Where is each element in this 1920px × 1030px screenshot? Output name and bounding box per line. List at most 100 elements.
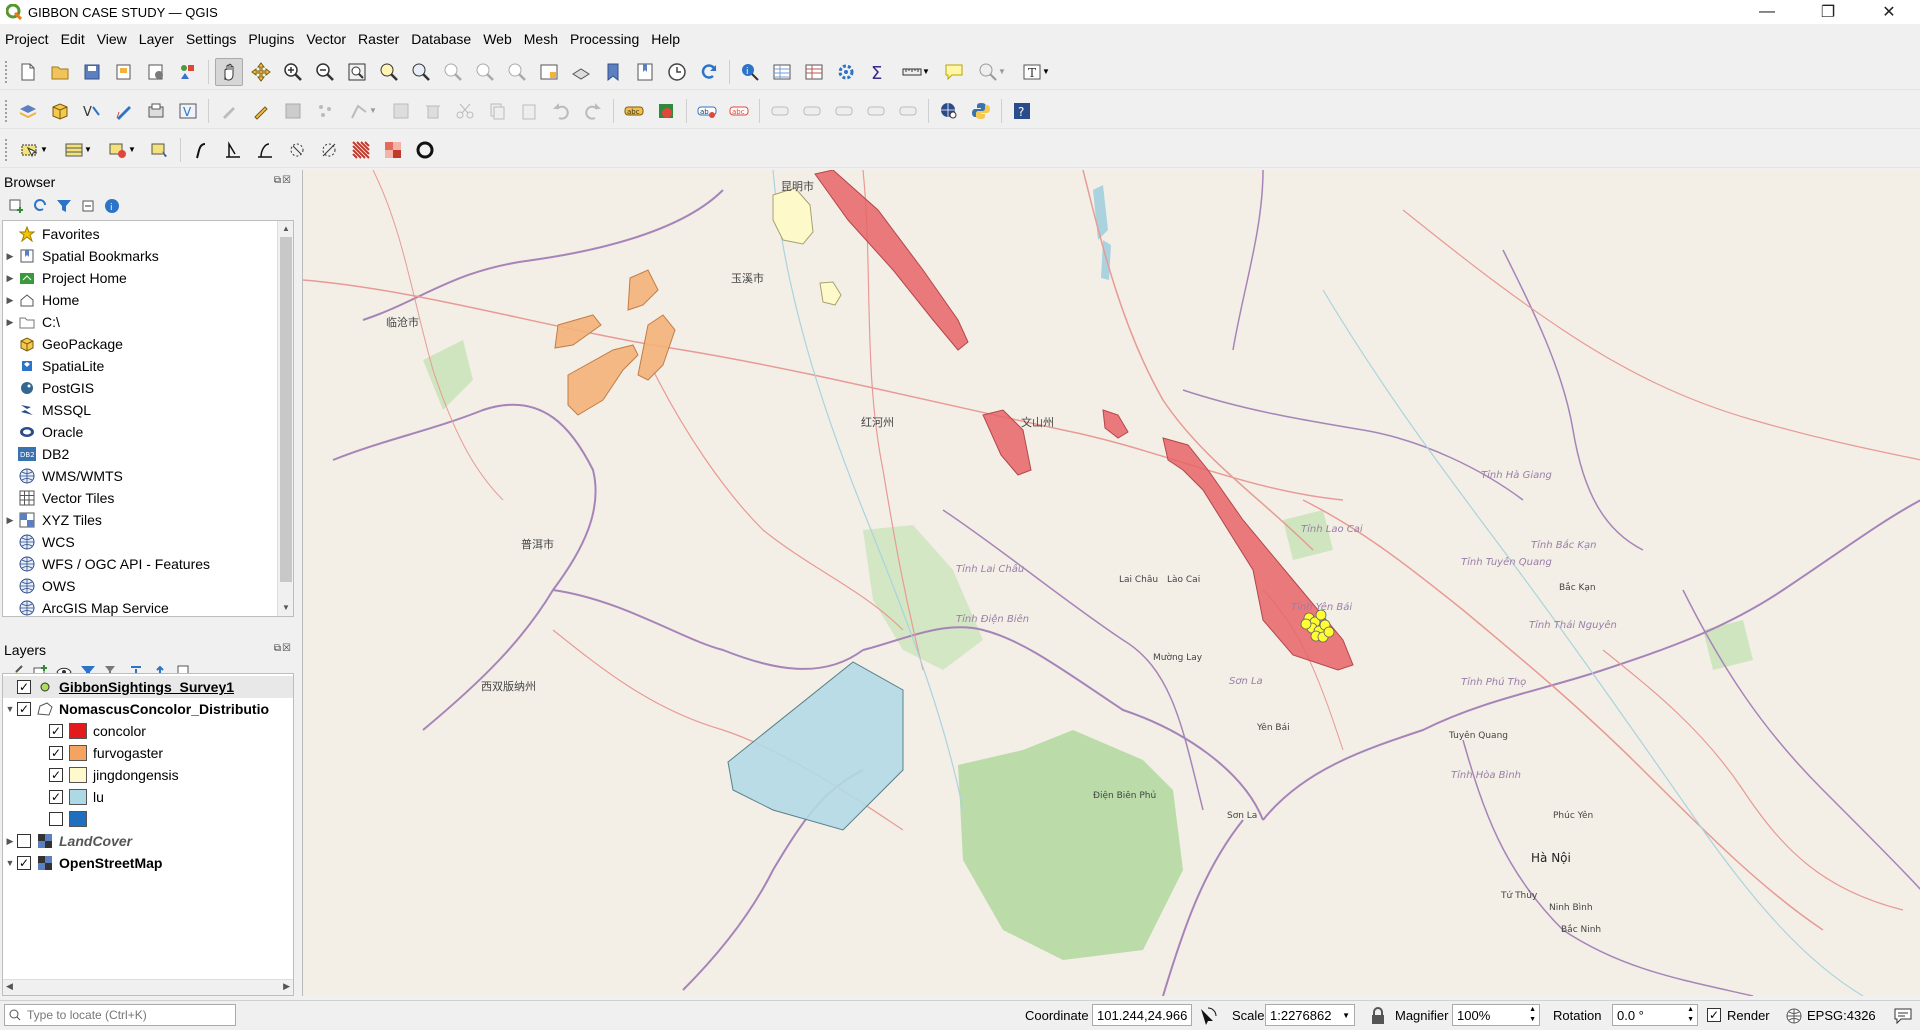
locator-search-input[interactable]: Type to locate (Ctrl+K) xyxy=(4,1004,236,1026)
rotate-tool-button[interactable] xyxy=(283,136,311,164)
zoom-to-layer-button[interactable] xyxy=(407,58,435,86)
expand-arrow-icon[interactable]: ▶ xyxy=(3,251,17,262)
layer-labeling-button[interactable]: abc xyxy=(620,97,648,125)
coordinate-field[interactable]: 101.244,24.966 xyxy=(1092,1004,1192,1026)
layer-row-gibbon-sightings[interactable]: ✓ GibbonSightings_Survey1 xyxy=(3,676,293,698)
angle-tool-button[interactable] xyxy=(251,136,279,164)
menu-help[interactable]: Help xyxy=(646,31,685,47)
field-calculator-button[interactable]: Σ xyxy=(864,58,892,86)
layer-visibility-checkbox[interactable]: ✓ xyxy=(17,702,31,716)
mouse-coordinate-toggle-icon[interactable] xyxy=(1198,1006,1218,1026)
browser-item-home[interactable]: ▶ Home xyxy=(3,289,293,311)
menu-plugins[interactable]: Plugins xyxy=(243,31,299,47)
panel-float-close-icon[interactable]: ⧉☒ xyxy=(274,643,292,654)
toolbar-grip[interactable] xyxy=(4,98,8,123)
temporal-controller-button[interactable] xyxy=(663,58,691,86)
scale-field[interactable]: 1:2276862 ▼ xyxy=(1265,1004,1355,1026)
messages-icon[interactable] xyxy=(1893,1007,1913,1025)
browser-scrollbar[interactable]: ▲ ▼ xyxy=(277,221,293,616)
style-manager-button[interactable] xyxy=(174,58,202,86)
new-print-layout-button[interactable] xyxy=(110,58,138,86)
delete-selected-button[interactable] xyxy=(419,97,447,125)
menu-vector[interactable]: Vector xyxy=(301,31,351,47)
menu-mesh[interactable]: Mesh xyxy=(519,31,563,47)
close-button[interactable]: ✕ xyxy=(1866,0,1912,24)
legend-class-row[interactable]: ✓ furvogaster xyxy=(3,742,293,764)
collapse-all-button[interactable] xyxy=(78,196,98,216)
class-visibility-checkbox[interactable]: ✓ xyxy=(49,724,63,738)
crs-label[interactable]: EPSG:4326 xyxy=(1807,1008,1876,1023)
cut-features-button[interactable] xyxy=(451,97,479,125)
filter-browser-button[interactable] xyxy=(54,196,74,216)
lock-icon[interactable] xyxy=(1370,1007,1386,1025)
menu-raster[interactable]: Raster xyxy=(353,31,404,47)
deselect-features-button[interactable]: ▼ xyxy=(102,136,142,164)
menu-edit[interactable]: Edit xyxy=(56,31,90,47)
browser-item-project-home[interactable]: ▶ Project Home xyxy=(3,267,293,289)
maximize-button[interactable]: ❐ xyxy=(1805,0,1851,24)
temp-scratch-layer-button[interactable] xyxy=(142,97,170,125)
rotation-field[interactable]: 0.0 ° ▲ ▼ xyxy=(1612,1004,1698,1026)
browser-item-spatialite[interactable]: SpatiaLite xyxy=(3,355,293,377)
pan-map-button[interactable] xyxy=(215,57,243,86)
processing-toolbox-button[interactable] xyxy=(832,58,860,86)
refresh-button[interactable] xyxy=(695,58,723,86)
refresh-browser-button[interactable] xyxy=(30,196,50,216)
menu-database[interactable]: Database xyxy=(406,31,476,47)
change-label-button[interactable] xyxy=(894,97,922,125)
menu-project[interactable]: Project xyxy=(0,31,54,47)
quickmapservices-button[interactable] xyxy=(935,97,963,125)
browser-item-c[interactable]: ▶ C:\ xyxy=(3,311,293,333)
vertex-tool-button[interactable]: ▼ xyxy=(343,97,383,125)
expand-arrow-icon[interactable]: ▶ xyxy=(3,295,17,306)
map-tips-button[interactable] xyxy=(940,58,968,86)
layer-visibility-checkbox[interactable]: ✓ xyxy=(17,680,31,694)
expand-arrow-icon[interactable]: ▶ xyxy=(3,317,17,328)
menu-web[interactable]: Web xyxy=(478,31,517,47)
toolbar-grip[interactable] xyxy=(4,59,8,84)
browser-item-favorites[interactable]: Favorites xyxy=(3,223,293,245)
toggle-label-display-button[interactable]: abc xyxy=(725,97,753,125)
menu-layer[interactable]: Layer xyxy=(134,31,179,47)
new-map-view-button[interactable] xyxy=(535,58,563,86)
python-console-button[interactable] xyxy=(967,97,995,125)
add-feature-button[interactable] xyxy=(311,97,339,125)
toolbar-grip[interactable] xyxy=(4,137,8,162)
measure-button[interactable]: ▼ xyxy=(896,58,936,86)
toggle-editing-button[interactable] xyxy=(247,97,275,125)
new-bookmark-button[interactable] xyxy=(599,58,627,86)
layer-row-landcover[interactable]: ▶ LandCover xyxy=(3,830,293,852)
curve-tool-button[interactable] xyxy=(187,136,215,164)
raster-tool-button[interactable] xyxy=(347,136,375,164)
zoom-native-button[interactable] xyxy=(439,58,467,86)
scale-tool-button[interactable] xyxy=(315,136,343,164)
rotate-label-button[interactable] xyxy=(862,97,890,125)
menu-view[interactable]: View xyxy=(92,31,132,47)
map-canvas[interactable]: 德宏州临沧市普洱市玉溪市红河州文山州西双版纳州昆明市Tỉnh Lai ChâuT… xyxy=(302,170,1920,996)
browser-item-wms-wmts[interactable]: WMS/WMTS xyxy=(3,465,293,487)
open-attribute-table-button[interactable] xyxy=(768,58,796,86)
data-source-manager-button[interactable] xyxy=(14,97,42,125)
magnifier-field[interactable]: 100% ▲ ▼ xyxy=(1452,1004,1540,1026)
add-selected-layers-button[interactable] xyxy=(6,196,26,216)
class-visibility-checkbox[interactable] xyxy=(49,812,63,826)
new-shapefile-layer-button[interactable]: V xyxy=(78,97,106,125)
select-features-button[interactable]: ▼ xyxy=(14,136,54,164)
spinner-arrows-icon[interactable]: ▲ ▼ xyxy=(1529,1005,1536,1025)
annotations-button[interactable]: ▼ xyxy=(972,58,1012,86)
undo-button[interactable] xyxy=(547,97,575,125)
copy-features-button[interactable] xyxy=(483,97,511,125)
browser-item-mssql[interactable]: MSSQL xyxy=(3,399,293,421)
new-project-button[interactable] xyxy=(14,58,42,86)
legend-class-row[interactable]: ✓ concolor xyxy=(3,720,293,742)
modify-attributes-button[interactable] xyxy=(387,97,415,125)
legend-class-row[interactable]: ✓ lu xyxy=(3,786,293,808)
zoom-full-button[interactable] xyxy=(343,58,371,86)
browser-item-arcgis-map-service[interactable]: ArcGIS Map Service xyxy=(3,597,293,616)
menu-processing[interactable]: Processing xyxy=(565,31,644,47)
class-visibility-checkbox[interactable]: ✓ xyxy=(49,746,63,760)
minimize-button[interactable]: — xyxy=(1744,0,1790,24)
browser-item-db2[interactable]: DB2 DB2 xyxy=(3,443,293,465)
browser-item-spatial-bookmarks[interactable]: ▶ Spatial Bookmarks xyxy=(3,245,293,267)
heatmap-tool-button[interactable] xyxy=(379,136,407,164)
